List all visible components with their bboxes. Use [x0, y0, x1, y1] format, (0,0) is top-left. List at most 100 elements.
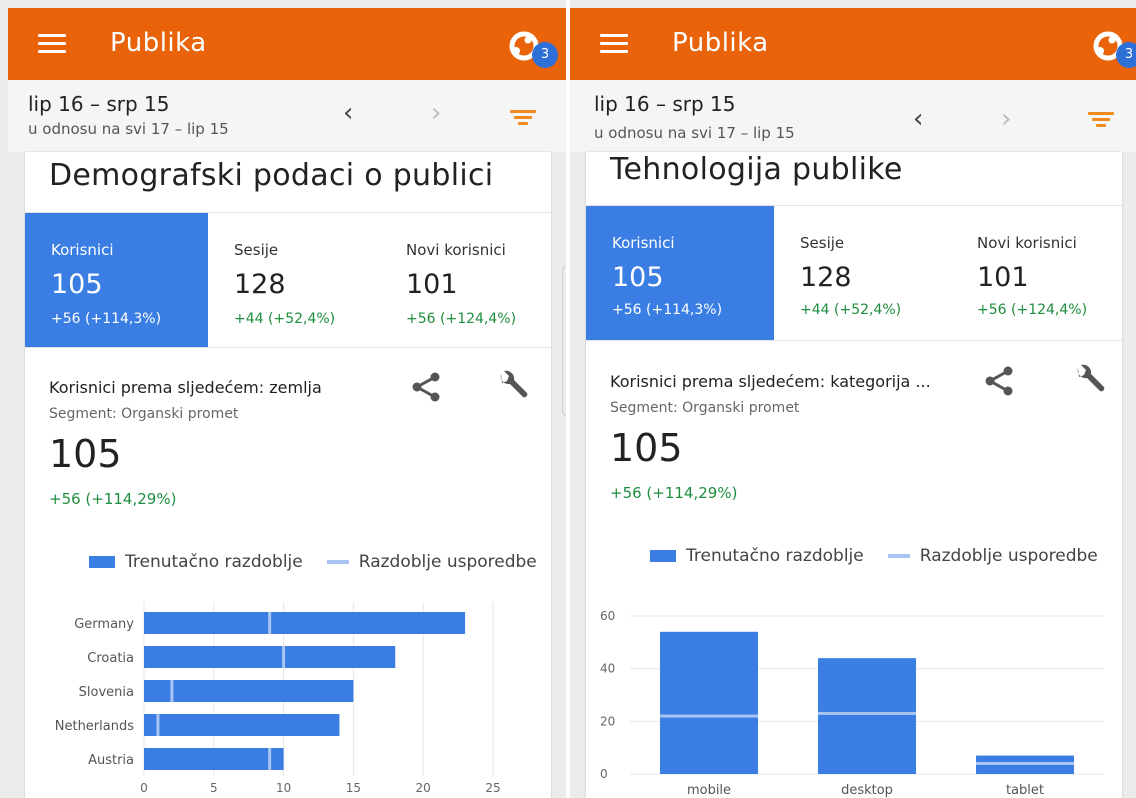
- category-label: Netherlands: [55, 719, 134, 734]
- previous-period-button[interactable]: ‹: [913, 104, 923, 134]
- metric-change: +56 (+124,4%): [406, 311, 517, 327]
- card-title: Demografski podaci o publici: [49, 158, 494, 193]
- metric-tab-new-users[interactable]: Novi korisnici 101 +56 (+124,4%): [951, 206, 1134, 340]
- metric-label: Sesije: [234, 241, 279, 259]
- notification-badge: 3: [532, 42, 558, 68]
- hamburger-menu-icon[interactable]: [38, 34, 66, 54]
- report-segment: Segment: Organski promet: [49, 406, 239, 422]
- notifications-button[interactable]: 3: [506, 26, 558, 70]
- app-bar: Publika 3: [570, 8, 1136, 80]
- metric-label: Novi korisnici: [406, 241, 506, 259]
- y-tick-label: 0: [600, 767, 608, 781]
- metric-label: Korisnici: [612, 234, 675, 252]
- date-range[interactable]: lip 16 – srp 15: [594, 92, 735, 116]
- legend-compare-label: Razdoblje usporedbe: [358, 552, 537, 572]
- comparison-range[interactable]: u odnosu na svi 17 – lip 15: [594, 124, 795, 142]
- wrench-icon[interactable]: [493, 368, 529, 404]
- app-title: Publika: [672, 28, 769, 58]
- x-tick-label: 25: [485, 781, 500, 795]
- date-range[interactable]: lip 16 – srp 15: [28, 92, 169, 116]
- metric-tab-new-users[interactable]: Novi korisnici 101 +56 (+124,4%): [380, 213, 563, 347]
- metric-tabs: Korisnici 105 +56 (+114,3%) Sesije 128 +…: [586, 205, 1122, 341]
- notifications-button[interactable]: 3: [1090, 26, 1136, 70]
- notification-badge: 3: [1116, 42, 1136, 68]
- metric-change: +44 (+52,4%): [800, 302, 902, 318]
- bar-compare-marker: [282, 646, 286, 668]
- bar-compare-marker: [156, 714, 160, 736]
- device-bar-chart: 0 20 40 60 mobile desktop tablet: [600, 609, 1104, 798]
- share-icon[interactable]: [982, 364, 1016, 398]
- report-title: Korisnici prema sljedećem: zemlja: [49, 378, 322, 397]
- scroll-edge: [562, 265, 566, 417]
- share-icon[interactable]: [409, 370, 443, 404]
- y-tick-label: 60: [600, 609, 615, 623]
- metric-tabs: Korisnici 105 +56 (+114,3%) Sesije 128 +…: [25, 212, 551, 348]
- country-bar-chart: 0 5 10 15 20 25 Germany Croatia Slovenia Netherla…: [55, 602, 501, 795]
- legend-current: Trenutačno razdoblje: [89, 552, 303, 572]
- filter-icon[interactable]: [1088, 112, 1114, 128]
- comparison-range[interactable]: u odnosu na svi 17 – lip 15: [28, 120, 229, 138]
- metric-change: +56 (+124,4%): [977, 302, 1088, 318]
- chart-legend: Trenutačno razdoblje Razdoblje usporedbe: [89, 552, 561, 572]
- next-period-button[interactable]: ›: [1001, 104, 1011, 134]
- metric-change: +44 (+52,4%): [234, 311, 336, 327]
- legend-swatch: [650, 550, 676, 562]
- category-label: Croatia: [87, 651, 134, 666]
- legend-current-label: Trenutačno razdoblje: [686, 546, 864, 566]
- app-title: Publika: [110, 28, 207, 58]
- next-period-button[interactable]: ›: [431, 98, 441, 128]
- x-tick-label: 15: [346, 781, 361, 795]
- legend-compare: Razdoblje usporedbe: [887, 546, 1098, 566]
- metric-change: +56 (+114,3%): [612, 302, 723, 318]
- report-change: +56 (+114,29%): [49, 490, 177, 508]
- metric-label: Sesije: [800, 234, 845, 252]
- hamburger-menu-icon[interactable]: [600, 34, 628, 54]
- x-tick-label: 0: [140, 781, 148, 795]
- y-tick-label: 40: [600, 662, 615, 676]
- legend-swatch: [326, 560, 349, 564]
- category-label: desktop: [841, 783, 893, 798]
- metric-value: 128: [800, 262, 852, 293]
- metric-value: 105: [612, 262, 664, 293]
- category-label: Austria: [88, 753, 134, 768]
- x-tick-label: 5: [210, 781, 218, 795]
- metric-tab-users[interactable]: Korisnici 105 +56 (+114,3%): [25, 213, 208, 347]
- screenshot-panel-left: Publika 3 lip 16 – srp 15 u odnosu na sv…: [0, 0, 566, 798]
- legend-compare: Razdoblje usporedbe: [326, 552, 537, 572]
- previous-period-button[interactable]: ‹: [343, 98, 353, 128]
- wrench-icon[interactable]: [1070, 362, 1106, 398]
- category-label: tablet: [1006, 783, 1044, 798]
- bar-compare-marker: [660, 714, 758, 718]
- report-change: +56 (+114,29%): [610, 484, 738, 502]
- date-range-bar: lip 16 – srp 15 u odnosu na svi 17 – lip…: [570, 80, 1136, 152]
- screenshot-panel-right: Publika 3 lip 16 – srp 15 u odnosu na sv…: [570, 0, 1136, 798]
- report-segment: Segment: Organski promet: [610, 400, 800, 416]
- metric-value: 105: [51, 269, 103, 300]
- app-bar: Publika 3: [8, 8, 566, 80]
- metric-tab-sessions[interactable]: Sesije 128 +44 (+52,4%): [774, 206, 957, 340]
- bar-current: [818, 658, 916, 774]
- bar-compare-marker: [268, 612, 272, 634]
- metric-change: +56 (+114,3%): [51, 311, 162, 327]
- bar-current: [660, 631, 758, 774]
- report-card: Demografski podaci o publici Korisnici 1…: [25, 152, 551, 798]
- x-tick-label: 20: [416, 781, 431, 795]
- bar-compare-marker: [268, 748, 272, 770]
- bar-current: [144, 680, 354, 702]
- report-title: Korisnici prema sljedećem: kategorija ..…: [610, 372, 931, 391]
- legend-current-label: Trenutačno razdoblje: [125, 552, 303, 572]
- legend-swatch: [887, 554, 910, 558]
- date-range-bar: lip 16 – srp 15 u odnosu na svi 17 – lip…: [8, 80, 566, 152]
- metric-value: 101: [977, 262, 1029, 293]
- report-card: Tehnologija publike Korisnici 105 +56 (+…: [586, 152, 1122, 798]
- legend-compare-label: Razdoblje usporedbe: [919, 546, 1098, 566]
- metric-tab-users[interactable]: Korisnici 105 +56 (+114,3%): [586, 206, 774, 340]
- filter-icon[interactable]: [510, 110, 536, 126]
- legend-swatch: [89, 556, 115, 568]
- legend-current: Trenutačno razdoblje: [650, 546, 864, 566]
- bar-current: [144, 612, 466, 634]
- y-tick-label: 20: [600, 714, 615, 728]
- metric-tab-sessions[interactable]: Sesije 128 +44 (+52,4%): [208, 213, 391, 347]
- category-label: Slovenia: [79, 685, 134, 700]
- metric-value: 128: [234, 269, 286, 300]
